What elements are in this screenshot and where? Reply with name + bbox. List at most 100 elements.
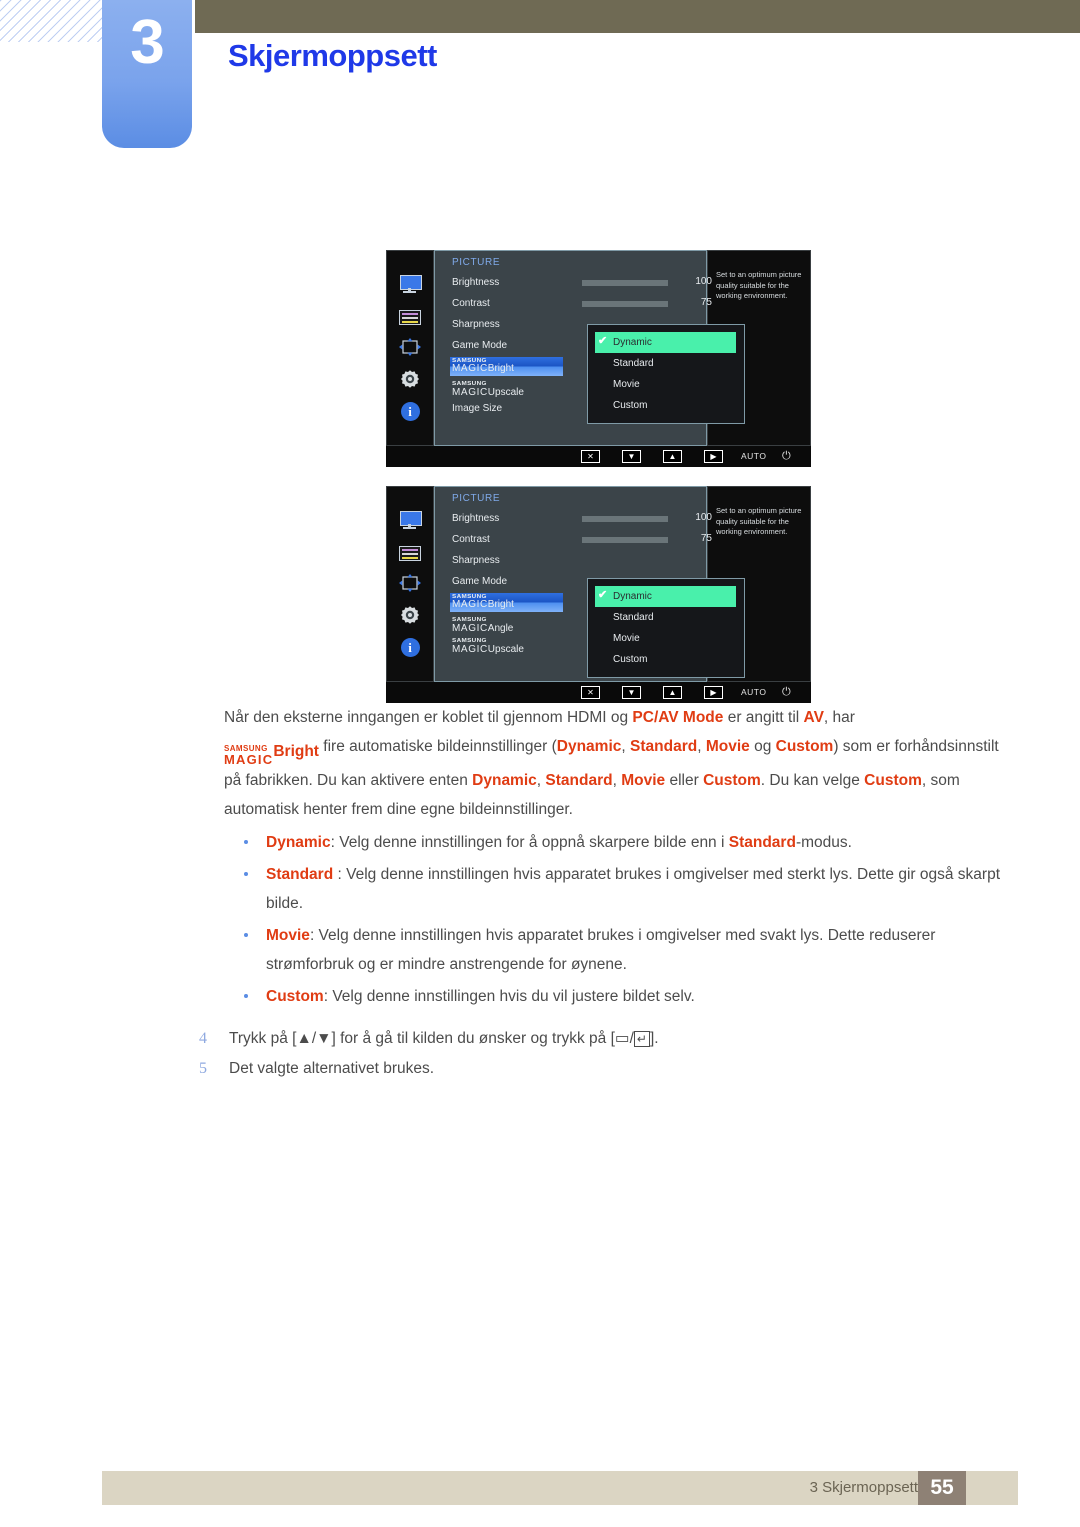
magic-brand-bottom: MAGIC — [452, 386, 488, 398]
paragraph-text: og — [749, 738, 776, 755]
osd-body: i PICTURE Brightness 100 Contrast 75 Sha… — [386, 486, 811, 682]
contrast-slider[interactable] — [582, 301, 668, 307]
magic-brand-top: SAMSUNG — [452, 638, 487, 645]
osd-row-brightness[interactable]: Brightness 100 — [452, 272, 712, 293]
osd-screenshot-2: i PICTURE Brightness 100 Contrast 75 Sha… — [386, 486, 811, 703]
down-button[interactable]: ▼ — [622, 686, 641, 699]
gear-icon[interactable] — [400, 605, 420, 625]
bullet-dot-icon — [244, 840, 248, 844]
keyword-custom-3: Custom — [864, 772, 922, 789]
osd-row-brightness[interactable]: Brightness 100 — [452, 508, 712, 529]
osd-row-label: Sharpness — [452, 555, 500, 566]
position-arrows-icon[interactable] — [399, 338, 421, 356]
submenu-option-custom[interactable]: Custom — [588, 395, 744, 416]
keyword-standard: Standard — [630, 738, 698, 755]
step-item-4: 4 Trykk på [▲/▼] for å gå til kilden du … — [192, 1024, 1012, 1054]
submenu-option-standard[interactable]: Standard — [588, 607, 744, 628]
bullet-text: -modus. — [795, 834, 852, 851]
magic-brand-bottom: MAGIC — [452, 622, 488, 634]
close-button[interactable]: ✕ — [581, 450, 600, 463]
submenu-option-dynamic[interactable]: ✔ Dynamic — [595, 332, 736, 353]
magic-brand-bottom: MAGIC — [224, 752, 274, 767]
osd-button-group: ✕ ▼ ▲ ▶ — [581, 446, 723, 467]
magicbright-submenu: ✔ Dynamic Standard Movie Custom — [587, 324, 745, 424]
brightness-value: 100 — [695, 512, 712, 523]
brightness-slider[interactable] — [582, 516, 668, 522]
bullet-term: Dynamic — [266, 834, 331, 851]
submenu-option-custom[interactable]: Custom — [588, 649, 744, 670]
osd-screenshot-1: i PICTURE Brightness 100 Contrast 75 Sha… — [386, 250, 811, 467]
paragraph-text: Når den eksterne inngangen er koblet til… — [224, 709, 633, 726]
osd-row-label: Game Mode — [452, 576, 508, 587]
osd-row-sharpness[interactable]: Sharpness — [452, 550, 706, 571]
submenu-option-label: Standard — [613, 358, 654, 369]
keyword-dynamic: Dynamic — [556, 738, 622, 755]
magic-brand-top: SAMSUNG — [452, 593, 487, 600]
osd-row-suffix: Bright — [487, 599, 514, 611]
intro-paragraph: Når den eksterne inngangen er koblet til… — [224, 703, 1014, 824]
submenu-option-movie[interactable]: Movie — [588, 628, 744, 649]
color-list-icon[interactable] — [399, 310, 421, 325]
paragraph-text: , har — [823, 709, 855, 726]
power-icon[interactable]: ⏻ — [782, 450, 791, 463]
osd-row-label: Image Size — [452, 403, 503, 414]
osd-row-contrast[interactable]: Contrast 75 — [452, 529, 712, 550]
keyword-custom-2: Custom — [703, 772, 761, 789]
keyword-dynamic-2: Dynamic — [472, 772, 537, 789]
samsung-magic-brand: SAMSUNG MAGIC Angle — [452, 618, 513, 634]
keyword-movie: Movie — [705, 738, 750, 755]
power-icon[interactable]: ⏻ — [782, 686, 791, 699]
info-icon[interactable]: i — [400, 402, 420, 421]
osd-row-contrast[interactable]: Contrast 75 — [452, 293, 712, 314]
osd-sidebar: i — [386, 250, 434, 446]
submenu-option-standard[interactable]: Standard — [588, 353, 744, 374]
color-list-icon[interactable] — [399, 546, 421, 561]
right-button[interactable]: ▶ — [704, 450, 723, 463]
auto-button[interactable]: AUTO — [741, 451, 766, 461]
samsung-magic-brand: SAMSUNG MAGIC Upscale — [452, 639, 524, 655]
step-text: Det valgte alternativet brukes. — [229, 1060, 435, 1077]
keyword-av: AV — [803, 709, 824, 726]
info-icon[interactable]: i — [400, 638, 420, 657]
position-arrows-svg — [399, 338, 421, 356]
bullet-term: Custom — [266, 988, 324, 1005]
down-button[interactable]: ▼ — [622, 450, 641, 463]
step-text: ] for å gå til kilden du ønsker og trykk… — [331, 1030, 615, 1047]
bullet-dot-icon — [244, 994, 248, 998]
right-button[interactable]: ▶ — [704, 686, 723, 699]
chapter-tab: 3 — [102, 0, 192, 148]
up-button[interactable]: ▲ — [663, 686, 682, 699]
keyword-custom: Custom — [775, 738, 834, 755]
samsung-magic-brand: SAMSUNG MAGIC Upscale — [452, 382, 524, 398]
bullet-term-secondary: Standard — [728, 834, 796, 851]
osd-row-label: SAMSUNG MAGIC Bright — [450, 357, 563, 376]
brightness-slider[interactable] — [582, 280, 668, 286]
osd-row-label: Contrast — [452, 534, 490, 545]
gear-svg — [401, 370, 419, 388]
gear-svg — [401, 606, 419, 624]
bullet-text: : Velg denne innstillingen hvis du vil j… — [323, 988, 695, 1005]
osd-row-label: Brightness — [452, 513, 500, 524]
menu-glyph: ▭ — [614, 1030, 630, 1047]
osd-main-panel: PICTURE Brightness 100 Contrast 75 Sharp… — [434, 250, 745, 446]
paragraph-text: . Du kan velge — [760, 772, 865, 789]
samsung-magic-bright-brand: SAMSUNG MAGIC Bright — [224, 737, 319, 766]
bullet-text: : Velg denne innstillingen hvis apparate… — [266, 927, 936, 973]
up-button[interactable]: ▲ — [663, 450, 682, 463]
submenu-option-movie[interactable]: Movie — [588, 374, 744, 395]
submenu-option-label: Dynamic — [613, 337, 652, 348]
page-title: Skjermoppsett — [228, 38, 437, 73]
gear-icon[interactable] — [400, 369, 420, 389]
contrast-slider[interactable] — [582, 537, 668, 543]
submenu-option-label: Custom — [613, 654, 648, 665]
position-arrows-icon[interactable] — [399, 574, 421, 592]
bullet-dot-icon — [244, 872, 248, 876]
auto-button[interactable]: AUTO — [741, 687, 766, 697]
footer-page-number: 55 — [918, 1471, 966, 1505]
submenu-option-dynamic[interactable]: ✔ Dynamic — [595, 586, 736, 607]
mode-description-list: Dynamic: Velg denne innstillingen for å … — [224, 828, 1014, 1014]
monitor-icon[interactable] — [398, 511, 422, 531]
paragraph-text: er angitt til — [723, 709, 804, 726]
close-button[interactable]: ✕ — [581, 686, 600, 699]
monitor-icon[interactable] — [398, 275, 422, 295]
